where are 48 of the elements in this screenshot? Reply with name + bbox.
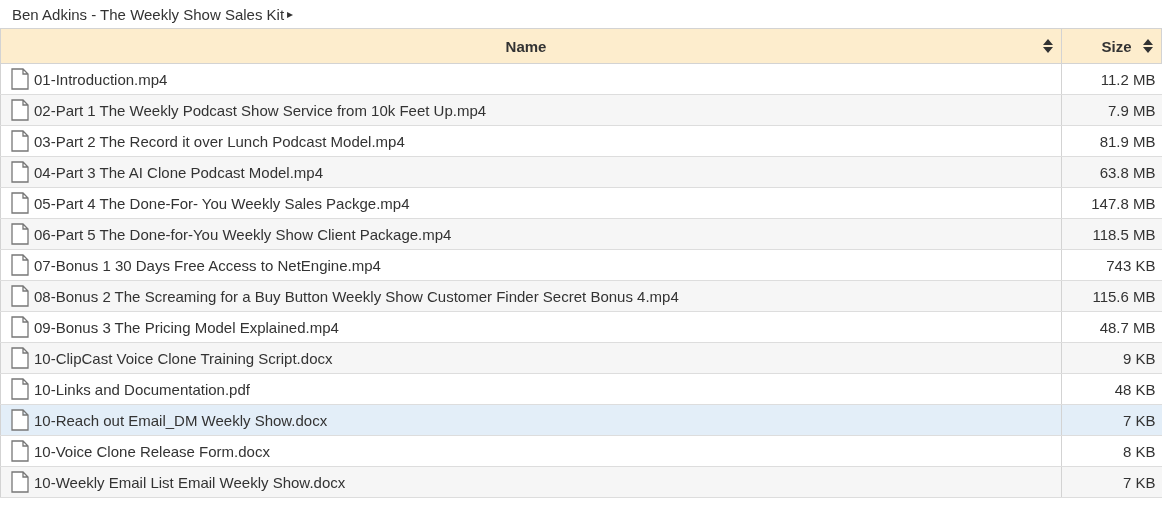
file-size: 118.5 MB [1061, 218, 1162, 250]
file-icon [11, 192, 29, 214]
file-icon [11, 285, 29, 307]
file-icon [11, 347, 29, 369]
file-icon [11, 409, 29, 431]
file-icon [11, 99, 29, 121]
file-icon [11, 471, 29, 493]
file-name: 05-Part 4 The Done-For- You Weekly Sales Packge.mp4 [34, 194, 410, 212]
file-name: 01-Introduction.mp4 [34, 70, 168, 88]
file-name: 08-Bonus 2 The Screaming for a Buy Button Weekly Show Customer Finder Secret Bonus 4.mp4 [34, 287, 679, 305]
file-name: 09-Bonus 3 The Pricing Model Explained.mp4 [34, 318, 339, 336]
file-name: 02-Part 1 The Weekly Podcast Show Service from 10k Feet Up.mp4 [34, 101, 487, 119]
file-size: 11.2 MB [1061, 63, 1162, 95]
file-size: 743 KB [1061, 249, 1162, 281]
file-size: 8 KB [1061, 435, 1162, 467]
file-size: 115.6 MB [1061, 280, 1162, 312]
file-size: 63.8 MB [1061, 156, 1162, 188]
file-size: 7.9 MB [1061, 94, 1162, 126]
file-size: 48.7 MB [1061, 311, 1162, 343]
file-icon [11, 223, 29, 245]
file-size: 81.9 MB [1061, 125, 1162, 157]
file-icon [11, 161, 29, 183]
expand-arrow[interactable]: ▸ [287, 7, 294, 21]
file-icon [11, 378, 29, 400]
file-size: 48 KB [1061, 373, 1162, 405]
file-name: 10-ClipCast Voice Clone Training Script.docx [34, 349, 333, 367]
column-header[interactable]: Name [0, 28, 1062, 64]
file-icon [11, 254, 29, 276]
file-name: 04-Part 3 The AI Clone Podcast Model.mp4 [34, 163, 324, 181]
file-name: 03-Part 2 The Record it over Lunch Podcast Model.mp4 [34, 132, 405, 150]
file-name: 10-Voice Clone Release Form.docx [34, 442, 270, 460]
file-name: 10-Reach out Email_DM Weekly Show.docx [34, 411, 328, 429]
file-name: 10-Links and Documentation.pdf [34, 380, 250, 398]
file-name: 06-Part 5 The Done-for-You Weekly Show Client Package.mp4 [34, 225, 452, 243]
file-size: 7 KB [1061, 466, 1162, 498]
file-icon [11, 130, 29, 152]
file-name: 10-Weekly Email List Email Weekly Show.docx [34, 473, 346, 491]
file-name: 07-Bonus 1 30 Days Free Access to NetEngine.mp4 [34, 256, 381, 274]
file-size: 9 KB [1061, 342, 1162, 374]
sort-icon [1043, 39, 1053, 53]
folder-title: Ben Adkins - The Weekly Show Sales Kit [12, 5, 285, 23]
column-header[interactable]: Size [1061, 28, 1162, 64]
file-icon [11, 68, 29, 90]
file-icon [11, 316, 29, 338]
file-size: 147.8 MB [1061, 187, 1162, 219]
file-size: 7 KB [1061, 404, 1162, 436]
sort-icon [1143, 39, 1153, 53]
file-icon [11, 440, 29, 462]
